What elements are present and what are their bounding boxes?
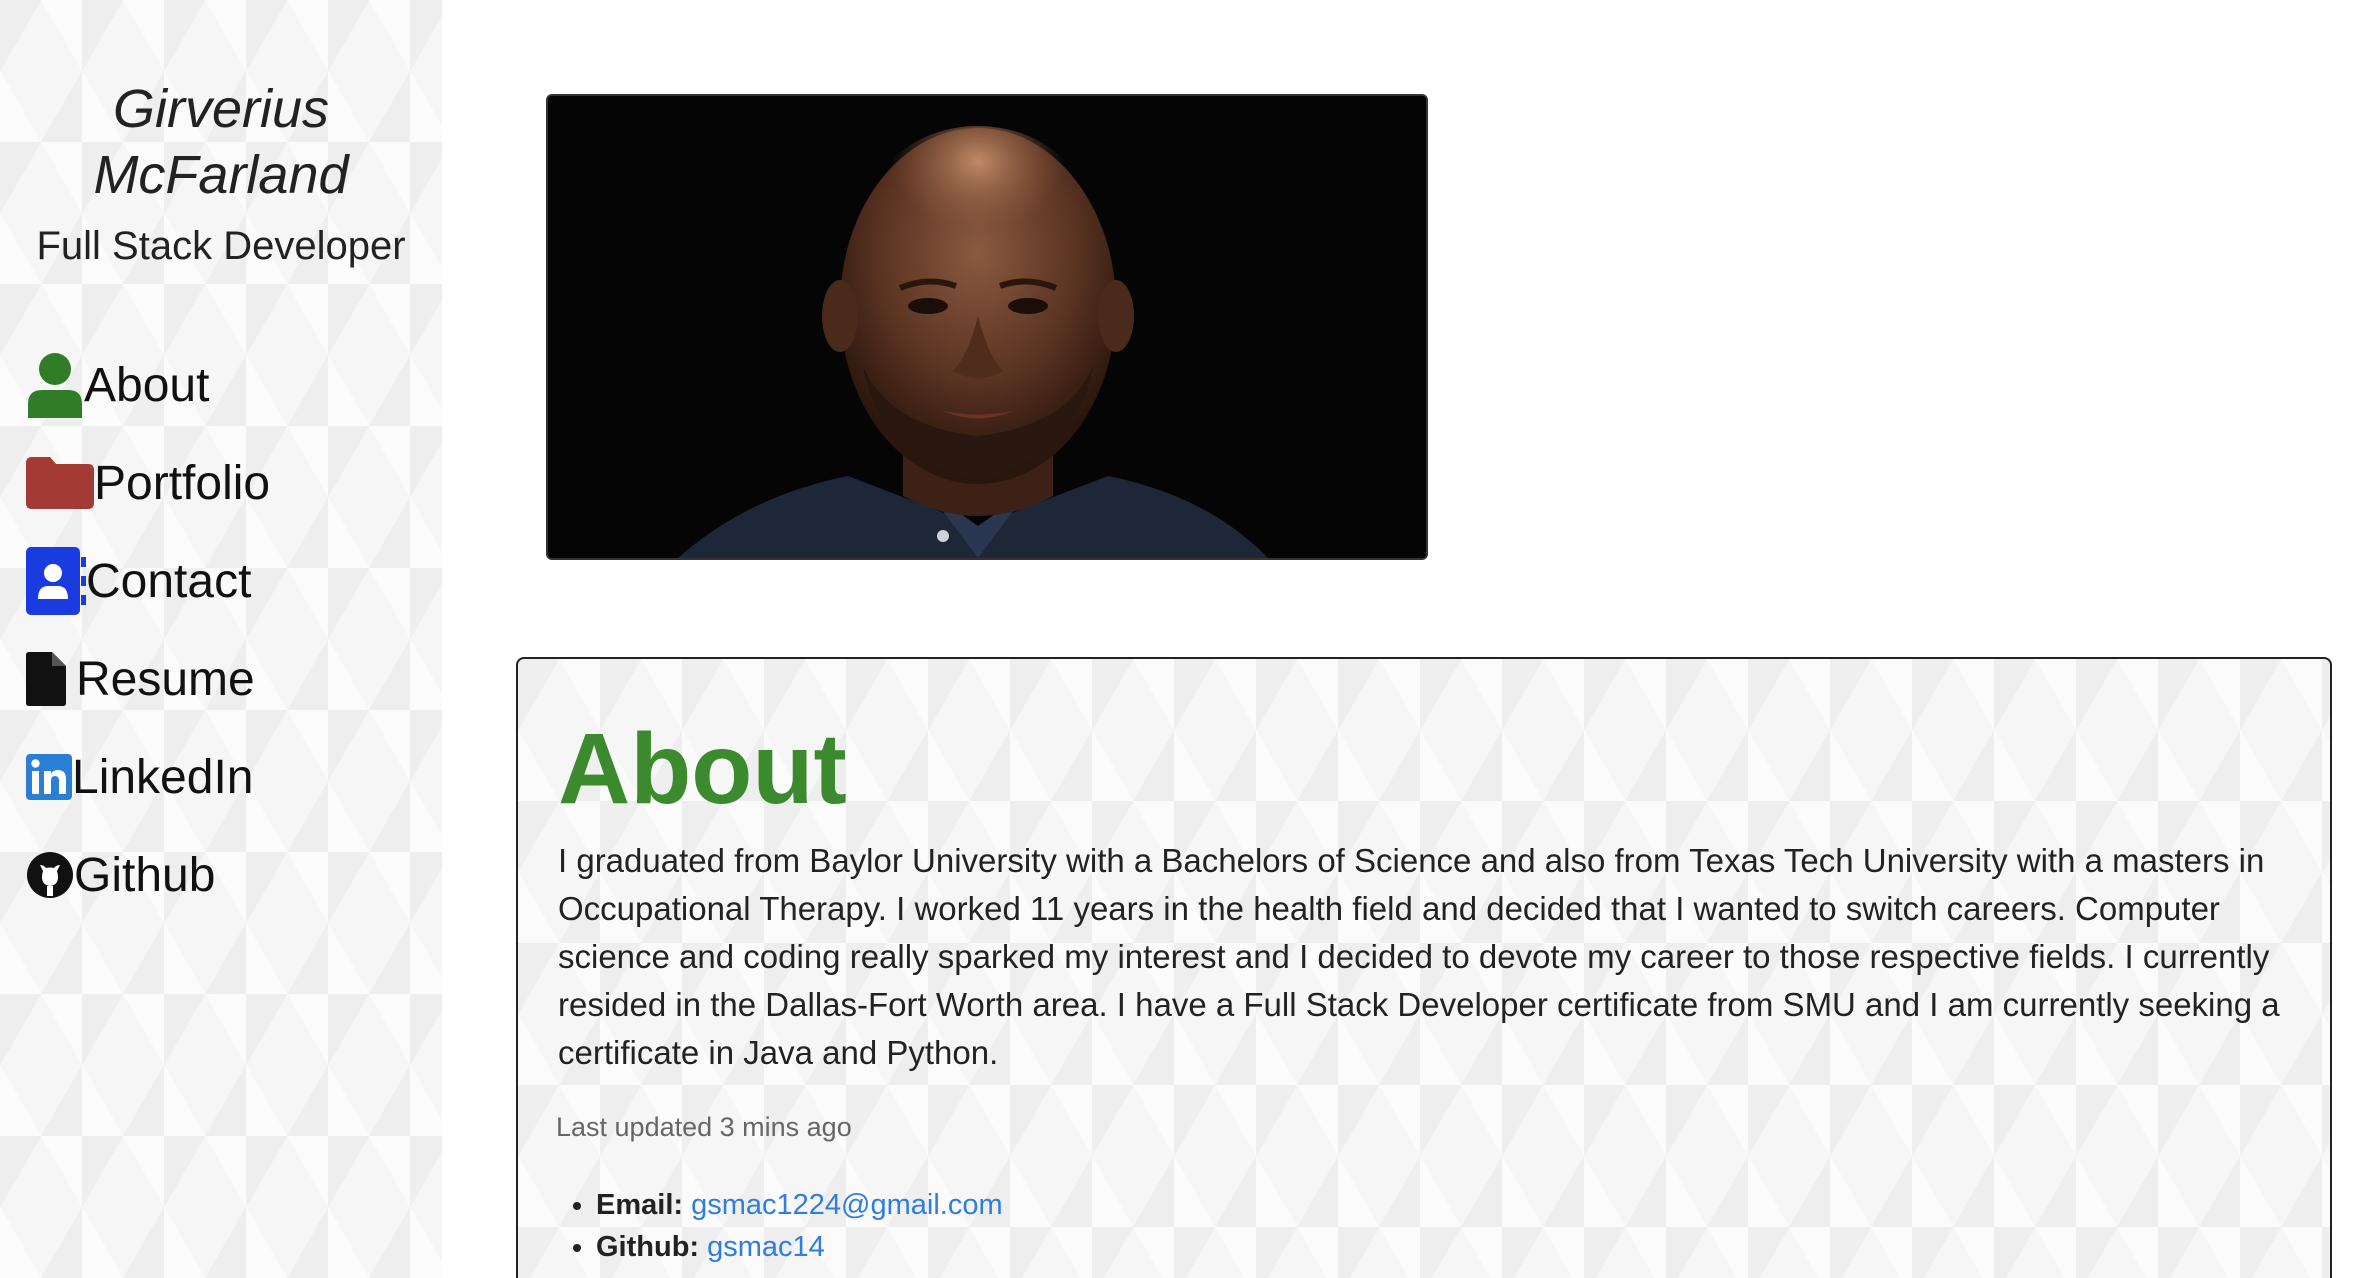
list-item-github: Github: gsmac14 [596,1226,1003,1268]
sidebar-nav: About Portfolio Contact Resume LinkedIn … [26,336,426,924]
nav-item-about[interactable]: About [26,336,426,434]
github-icon [26,851,74,899]
nav-label-contact: Contact [86,554,252,608]
email-link[interactable]: gsmac1224@gmail.com [691,1189,1003,1221]
user-icon [26,352,84,418]
contact-list: Email: gsmac1224@gmail.com Github: gsmac… [556,1184,1003,1268]
nav-label-about: About [84,358,210,412]
site-owner-name: Girverius McFarland [0,76,442,208]
nav-label-linkedin: LinkedIn [72,750,254,804]
about-heading: About [558,713,847,825]
sidebar: Girverius McFarland Full Stack Developer… [0,0,442,1278]
nav-item-portfolio[interactable]: Portfolio [26,434,426,532]
nav-item-linkedin[interactable]: LinkedIn [26,728,426,826]
nav-item-resume[interactable]: Resume [26,630,426,728]
file-icon [26,652,66,706]
last-updated-text: Last updated 3 mins ago [556,1112,852,1142]
nav-label-resume: Resume [76,652,255,706]
linkedin-icon [26,754,72,800]
nav-label-github: Github [74,848,216,902]
list-item-email: Email: gsmac1224@gmail.com [596,1184,1003,1226]
nav-label-portfolio: Portfolio [94,456,271,510]
folder-icon [26,457,94,509]
contact-card-icon [26,547,86,615]
nav-item-contact[interactable]: Contact [26,532,426,630]
name-last: McFarland [93,145,349,205]
nav-item-github[interactable]: Github [26,826,426,924]
email-label: Email: [596,1189,684,1221]
job-title: Full Stack Developer [36,224,406,268]
about-body: I graduated from Baylor University with … [558,842,2280,1071]
github-label: Github: [596,1231,700,1263]
profile-photo [546,94,1428,560]
name-first: Girverius [112,79,330,139]
github-link[interactable]: gsmac14 [707,1231,825,1263]
